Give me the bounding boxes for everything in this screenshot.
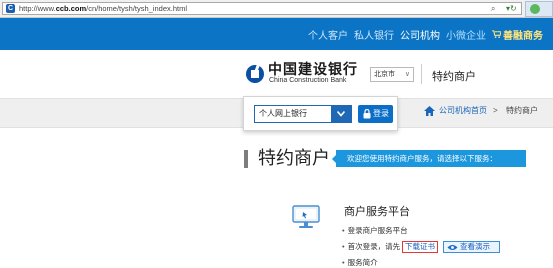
page-title: 特约商户 [258,148,330,168]
login-platform-link[interactable]: 登录商户服务平台 [342,226,408,236]
welcome-banner: 欢迎您使用特约商户服务，请选择以下服务： [336,150,526,167]
divider [421,64,422,84]
browser-tab[interactable] [525,1,553,17]
refresh-icon[interactable]: ▾↻ [506,3,520,14]
bank-name[interactable]: 中国建设银行 [268,62,358,77]
welcome-banner-text: 欢迎您使用特约商户服务，请选择以下服务： [347,154,497,163]
view-demo-label: 查看演示 [460,242,490,251]
city-select-value: 北京市 [374,71,395,78]
login-type-dropdown-button[interactable] [331,106,351,122]
section-name: 特约商户 [432,71,476,83]
breadcrumb-separator: > [493,106,498,115]
monitor-icon [292,205,320,228]
login-type-value: 个人网上银行 [259,109,307,118]
city-select[interactable]: 北京市 ∨ [370,67,414,82]
search-icon[interactable]: ⌕ [491,3,503,14]
url-field[interactable]: C http://www.ccb.com/cn/home/tysh/tysh_i… [2,2,522,15]
login-button[interactable]: 登录 [358,105,393,123]
login-type-select[interactable]: 个人网上银行 [254,105,352,123]
service-platform-title[interactable]: 商户服务平台 [344,206,410,219]
top-navigation: 个人客户 私人银行 公司机构 小微企业 善融商务 [0,18,553,50]
ccb-logo-icon[interactable] [245,64,265,84]
site-favicon-icon: C [6,4,15,13]
breadcrumb-current: 特约商户 [506,106,538,115]
first-login-text: 首次登录，请先 [342,242,401,252]
bank-name-english: China Construction Bank [269,77,347,84]
login-button-label: 登录 [373,109,389,118]
url-text: http://www.ccb.com/cn/home/tysh/tysh_ind… [19,4,188,13]
cart-icon [492,30,501,38]
chevron-down-icon: ∨ [404,71,410,78]
home-icon [424,106,435,116]
chevron-down-icon [337,111,345,117]
nav-private-banking[interactable]: 私人银行 [354,27,394,42]
browser-address-bar: C http://www.ccb.com/cn/home/tysh/tysh_i… [0,0,553,18]
nav-corporate[interactable]: 公司机构 [400,27,440,42]
service-intro-link[interactable]: 服务简介 [342,258,378,268]
breadcrumb-home-link[interactable]: 公司机构首页 [439,106,487,116]
mall-label: 善融商务 [503,30,543,42]
nav-personal[interactable]: 个人客户 [308,27,348,42]
heading-accent-bar [244,150,248,168]
lock-icon [363,109,371,119]
nav-small-business[interactable]: 小微企业 [446,27,486,42]
eye-icon [447,245,458,250]
view-demo-button[interactable]: 查看演示 [443,241,500,253]
download-certificate-link[interactable]: 下载证书 [402,241,438,253]
tab-favicon-icon [530,4,540,14]
nav-mall[interactable]: 善融商务 [492,27,543,42]
